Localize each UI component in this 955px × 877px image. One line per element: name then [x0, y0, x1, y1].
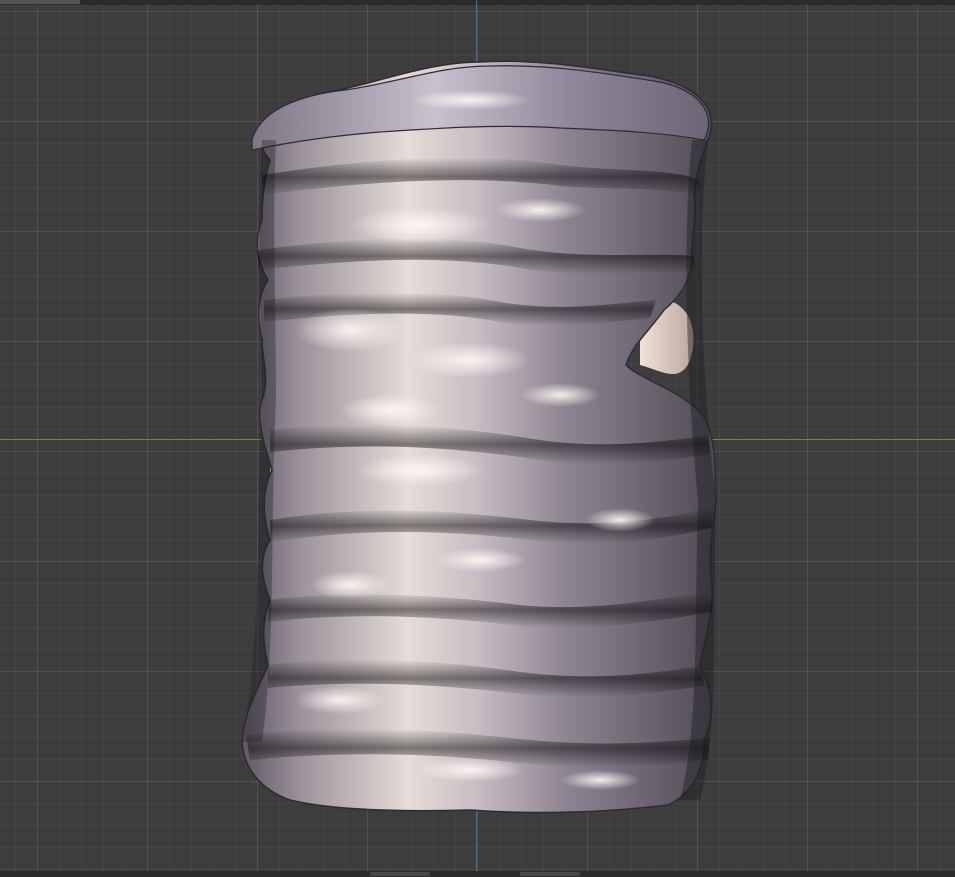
vase-model[interactable]	[0, 0, 955, 877]
bottom-bar-segment[interactable]	[370, 872, 430, 876]
bottom-bar-segment[interactable]	[520, 872, 580, 876]
3d-viewport[interactable]	[0, 0, 955, 877]
viewport-bottom-bar	[0, 871, 955, 877]
